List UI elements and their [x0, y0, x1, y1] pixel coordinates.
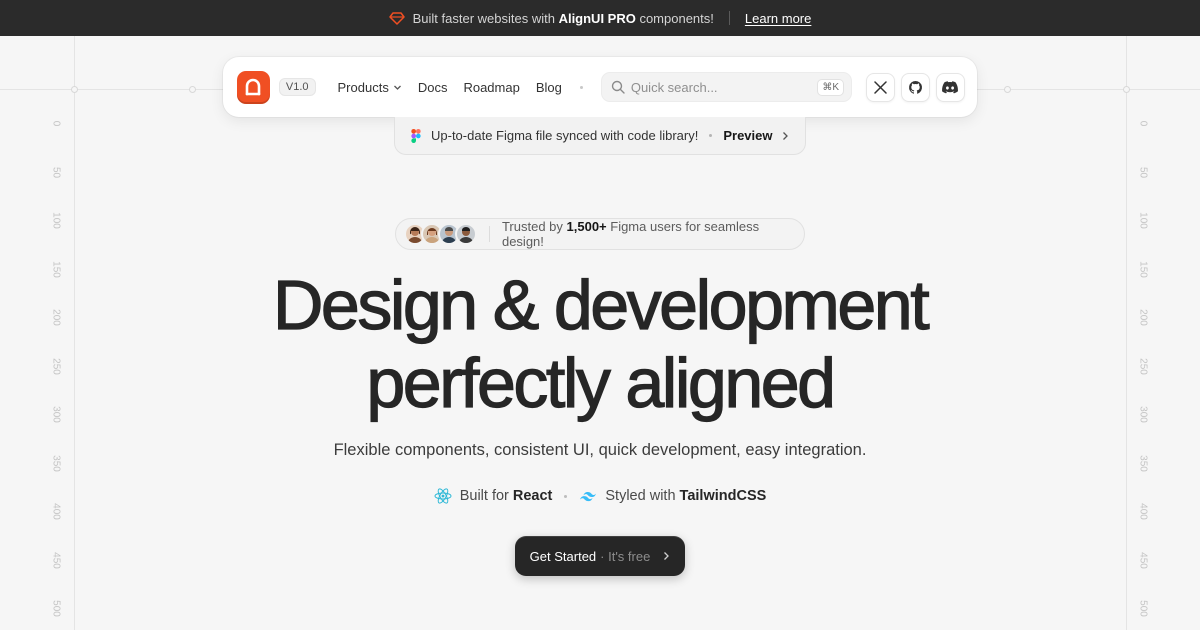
tailwind-label: Styled with TailwindCSS — [605, 488, 767, 504]
hero-title-line-1: Design & development — [272, 265, 930, 344]
guide-line — [74, 36, 75, 630]
discord-button[interactable] — [935, 72, 965, 102]
avatar — [455, 223, 477, 245]
chevron-right-icon — [664, 552, 670, 560]
separator-dot — [564, 494, 568, 498]
ruler-label: 350 — [1137, 454, 1149, 472]
learn-more-link[interactable]: Learn more — [745, 11, 811, 26]
announcement-text: Built faster websites with AlignUI PRO c… — [412, 10, 714, 26]
search-icon — [611, 80, 625, 94]
ruler-label: 250 — [50, 357, 62, 375]
x-button[interactable] — [865, 72, 895, 102]
search-shortcut: ⌘K — [817, 78, 844, 96]
ruler-label: 50 — [1137, 166, 1149, 178]
social-links — [860, 72, 965, 102]
separator-dot — [709, 134, 713, 137]
cta-label: Get Started — [529, 548, 597, 564]
ruler-label: 450 — [50, 551, 62, 569]
alignui-logo[interactable] — [237, 70, 270, 104]
figma-icon — [411, 128, 421, 143]
ruler-label: 400 — [50, 503, 62, 520]
ruler-label: 150 — [1137, 260, 1149, 278]
ruler-label: 200 — [1137, 309, 1149, 326]
ruler-label: 350 — [50, 454, 62, 472]
guide-node — [189, 86, 196, 93]
ruler-label: 400 — [1137, 503, 1149, 520]
diamond-icon — [388, 10, 405, 26]
github-icon — [909, 80, 922, 94]
nav-links: Products Docs Roadmap Blog — [338, 80, 574, 95]
ruler-label: 50 — [50, 166, 62, 178]
github-button[interactable] — [900, 72, 930, 102]
divider — [728, 11, 730, 25]
guide-line — [1126, 36, 1127, 630]
nav-link-blog[interactable]: Blog — [536, 80, 562, 95]
react-icon — [434, 488, 452, 504]
ruler-label: 450 — [1137, 551, 1149, 569]
ruler-label: 300 — [1137, 406, 1149, 423]
ruler-label: 0 — [50, 120, 62, 127]
tech-stack: Built for React Styled with TailwindCSS — [0, 488, 1200, 504]
ruler-label: 300 — [50, 406, 62, 423]
divider — [489, 226, 490, 242]
figma-banner: Up-to-date Figma file synced with code l… — [394, 117, 806, 155]
guide-node — [1123, 86, 1130, 93]
nav-link-docs[interactable]: Docs — [418, 80, 448, 95]
cta-note: · It's free — [600, 548, 651, 564]
chevron-down-icon — [393, 85, 401, 90]
ruler-label: 100 — [1137, 212, 1149, 229]
preview-link[interactable]: Preview — [723, 128, 772, 143]
ruler-label: 200 — [50, 309, 62, 326]
ruler-label: 100 — [50, 212, 62, 229]
guide-node — [71, 86, 78, 93]
figma-banner-text: Up-to-date Figma file synced with code l… — [431, 128, 699, 143]
announcement-bar: Built faster websites with AlignUI PRO c… — [0, 0, 1200, 36]
get-started-button[interactable]: Get Started · It's free — [515, 536, 685, 576]
trust-badge: Trusted by 1,500+ Figma users for seamle… — [395, 218, 805, 250]
avatar-group — [404, 223, 477, 245]
discord-icon — [942, 80, 959, 93]
nav-link-roadmap[interactable]: Roadmap — [463, 80, 519, 95]
ruler-label: 500 — [1137, 600, 1149, 617]
guide-node — [1004, 86, 1011, 93]
x-icon — [874, 80, 887, 94]
ruler-label: 500 — [50, 600, 62, 617]
chevron-right-icon — [782, 131, 788, 140]
react-label: Built for React — [459, 488, 553, 504]
version-badge: V1.0 — [278, 78, 316, 96]
search-placeholder: Quick search... — [630, 79, 718, 95]
tailwind-icon — [579, 491, 597, 502]
search-input[interactable]: Quick search... ⌘K — [600, 72, 852, 102]
trust-text: Trusted by 1,500+ Figma users for seamle… — [501, 219, 760, 249]
nav-link-products[interactable]: Products — [338, 80, 402, 95]
ruler-label: 150 — [50, 260, 62, 278]
ruler-label: 250 — [1137, 357, 1149, 375]
navbar: V1.0 Products Docs Roadmap Blog Quick se… — [223, 57, 977, 117]
ruler-label: 0 — [1137, 120, 1149, 127]
hero-subtitle: Flexible components, consistent UI, quic… — [333, 441, 867, 459]
nav-separator — [579, 85, 583, 89]
hero-title-line-2: perfectly aligned — [366, 343, 837, 422]
